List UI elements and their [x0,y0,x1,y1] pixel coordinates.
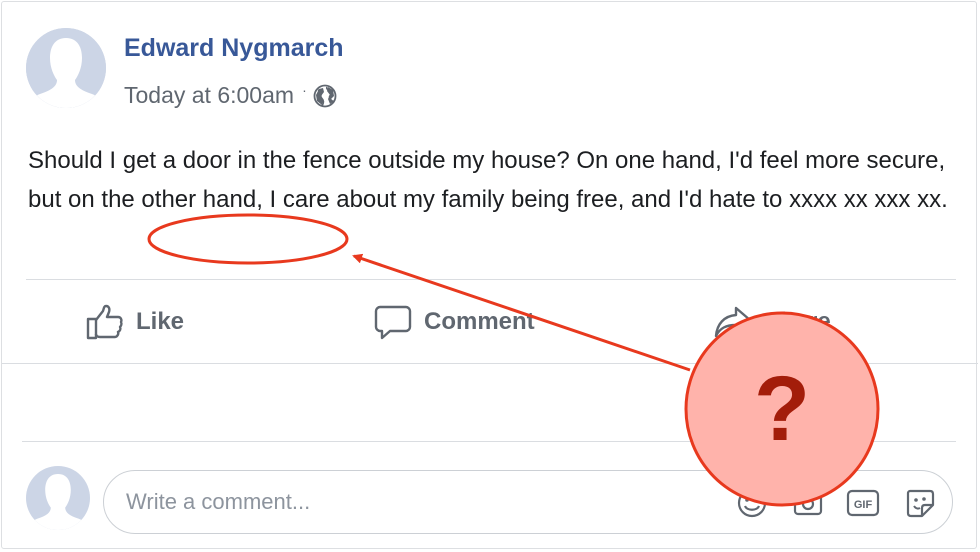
comment-label: Comment [424,308,535,335]
globe-icon[interactable] [313,84,337,108]
post-text-redacted: xxxx xx xxx xx [789,185,942,213]
post-meta: Today at 6:00am · [124,82,337,109]
author-avatar[interactable] [26,28,106,108]
speech-bubble-icon [374,305,412,340]
sticker-icon[interactable] [904,487,936,519]
thumbs-up-icon [86,304,123,340]
like-button[interactable]: Like [86,304,184,340]
post-text-end: . [941,185,948,213]
actions-top-divider [26,279,956,280]
like-label: Like [136,308,185,335]
post-timestamp[interactable]: Today at 6:00am [124,82,294,109]
post-body: Should I get a door in the fence outside… [28,142,958,219]
author-name[interactable]: Edward Nygmarch [124,34,344,63]
commenter-avatar[interactable] [26,466,90,530]
gif-text: GIF [854,499,873,511]
gif-icon[interactable]: GIF [846,487,880,519]
meta-separator: · [302,81,307,98]
question-mark: ? [753,357,811,460]
question-mark-badge: ? [685,312,879,506]
default-avatar-icon [26,28,106,108]
default-avatar-icon [26,466,90,530]
comment-placeholder: Write a comment... [126,489,311,514]
comment-button[interactable]: Comment [374,304,535,340]
